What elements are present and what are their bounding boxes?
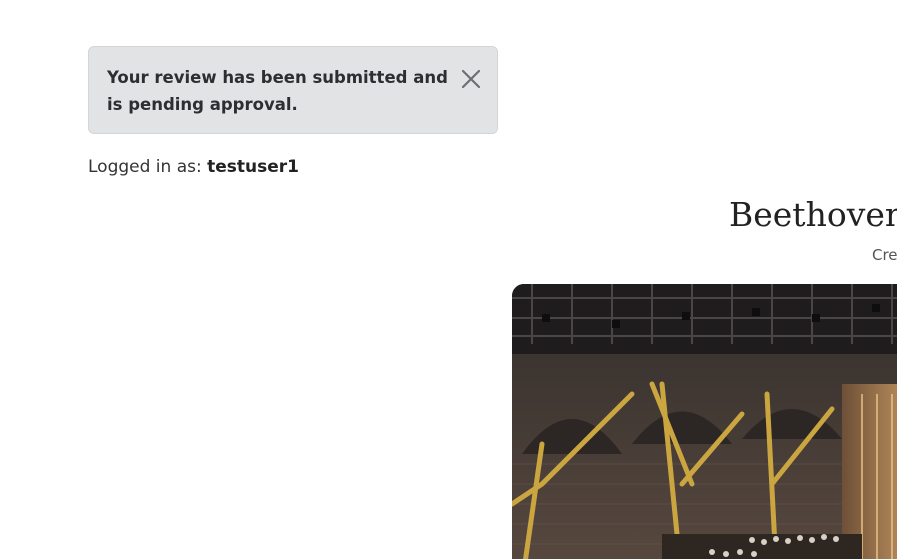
event-credit: Cre xyxy=(872,246,897,264)
close-icon xyxy=(461,69,481,89)
logged-in-prefix: Logged in as: xyxy=(88,157,208,177)
review-submitted-alert: Your review has been submitted and is pe… xyxy=(88,46,498,134)
alert-close-button[interactable] xyxy=(459,67,483,91)
logged-in-username: testuser1 xyxy=(207,157,299,177)
alert-message: Your review has been submitted and is pe… xyxy=(107,68,448,114)
event-title: Beethoven' xyxy=(729,195,897,234)
page: Your review has been submitted and is pe… xyxy=(0,0,897,559)
logged-in-status: Logged in as: testuser1 xyxy=(88,154,299,180)
concert-hall-image xyxy=(512,284,897,559)
